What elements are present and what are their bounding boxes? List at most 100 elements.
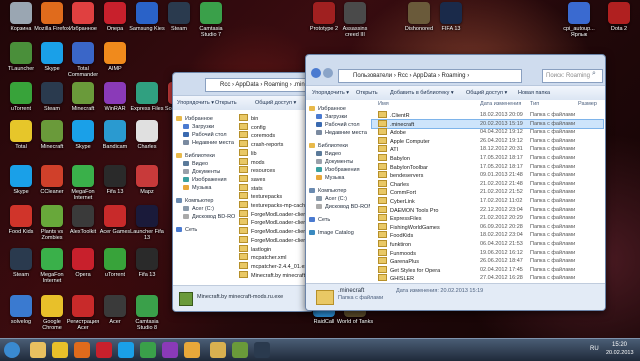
nav-item[interactable]: Компьютер (309, 188, 346, 195)
nav-item[interactable]: Библиотеки (309, 143, 348, 150)
desktop-icon[interactable]: Launcher Fifa 13 (128, 205, 166, 241)
new-folder-button[interactable]: Новая папка (518, 86, 550, 100)
file-row[interactable]: .ClientR 18.02.2013 20:09 Папка с файлами (372, 111, 603, 119)
nav-item[interactable]: Загрузки (316, 114, 347, 121)
nav-item[interactable]: Избранное (309, 106, 346, 113)
winrar-taskbar-icon[interactable] (162, 342, 178, 358)
file-row[interactable]: Get Styles for Opera 02.04.2012 17:45 Папк… (372, 265, 603, 274)
file-row[interactable]: stats (239, 183, 313, 192)
file-row[interactable]: Minecraft.by minecraft- (239, 270, 313, 279)
explorer-window-roaming[interactable]: Пользователи › Rcc › AppData › Roaming ›… (305, 54, 606, 311)
file-row[interactable]: ExpressFiles 21.02.2012 20:29 Папка с файл… (372, 214, 603, 222)
nav-item[interactable]: Избранное (176, 116, 213, 123)
nav-item[interactable]: Видео (183, 161, 208, 168)
organize-button[interactable]: Упорядочить ▾ (312, 86, 349, 100)
file-row[interactable]: CommFort 21.02.2012 21:52 Папка с файлами (372, 188, 603, 196)
nav-item[interactable]: Рабочий стол (183, 132, 227, 139)
file-row[interactable]: Apple Computer 26.04.2012 19:12 Папка с фа… (372, 136, 603, 145)
explorer-window-taskbar-icon[interactable] (210, 342, 226, 358)
nav-item[interactable]: Музыка (183, 185, 211, 192)
file-row[interactable]: mods (239, 157, 313, 166)
explorer-taskbar-icon[interactable] (30, 342, 46, 358)
desktop-icon[interactable]: FIFA 13 (432, 2, 470, 38)
nav-item[interactable]: Дисковод BD-ROM (316, 204, 373, 211)
file-row[interactable]: FoodKids 18.02.2012 23:04 Папка с файлами (372, 231, 603, 239)
file-row[interactable]: ForgeModLoader-client-3 (239, 235, 313, 244)
file-row[interactable]: Charles 21.02.2012 21:48 Папка с файлами (372, 179, 603, 188)
column-header-name[interactable]: Имя (378, 101, 389, 107)
nav-item[interactable]: Acer (C:) (183, 206, 214, 213)
nav-item[interactable]: Недавние места (183, 140, 234, 147)
file-row[interactable]: bin (239, 114, 313, 122)
file-row[interactable]: resources (239, 166, 313, 174)
skype-taskbar-icon[interactable] (118, 342, 134, 358)
desktop-icon[interactable]: Camtasia Studio 8 (128, 295, 166, 331)
nav-item[interactable]: Сеть (309, 217, 330, 224)
media-taskbar-icon[interactable] (184, 342, 200, 358)
nav-item[interactable]: Документы (183, 169, 220, 176)
desktop-icon[interactable]: Dota 2 (600, 2, 638, 38)
nav-item[interactable]: Изображения (316, 167, 360, 174)
camtasia-taskbar-icon[interactable] (140, 342, 156, 358)
nav-item[interactable]: Музыка (316, 175, 344, 182)
file-row[interactable]: lib (239, 148, 313, 157)
file-row[interactable]: Funmoods 19.06.2012 16:12 Папка с файлами (372, 248, 603, 257)
column-header-date[interactable]: Дата изменения (480, 101, 521, 107)
file-row[interactable]: saves (239, 174, 313, 183)
share-button[interactable]: Общий доступ ▾ (255, 96, 296, 110)
desktop-icon[interactable]: Mapz (128, 165, 166, 201)
file-row[interactable]: mcpatcher.xml (239, 253, 313, 261)
firefox-taskbar-icon[interactable] (74, 342, 90, 358)
desktop-icon[interactable]: cpi_autoup... Ярлык (560, 2, 598, 38)
nav-item[interactable]: Дисковод BD-ROM (183, 214, 240, 221)
start-orb-icon[interactable] (4, 342, 20, 358)
nav-item[interactable]: Компьютер (176, 198, 213, 205)
file-row[interactable]: texturepacks-mp-cache (239, 201, 313, 209)
desktop-icon[interactable]: AIMP (96, 42, 134, 78)
open-button[interactable]: Открыть (356, 86, 378, 100)
nav-item[interactable]: Изображения (183, 177, 227, 184)
nav-item[interactable]: Acer (C:) (316, 196, 347, 203)
organize-button[interactable]: Упорядочить ▾ (177, 96, 214, 110)
file-row[interactable]: funktiron 06.04.2012 21:53 Папка с файлами (372, 240, 603, 248)
desktop-icon[interactable]: Assassins creed III (336, 2, 374, 38)
nav-item[interactable]: Рабочий стол (316, 122, 360, 129)
add-to-library-button[interactable]: Добавить в библиотеку ▾ (390, 86, 454, 100)
file-row[interactable]: DAEMON Tools Pro 22.12.2012 23:04 Папка с … (372, 205, 603, 214)
file-row[interactable]: texturepacks (239, 192, 313, 200)
file-row[interactable]: Babylon 17.05.2012 18:17 Папка с файлами (372, 154, 603, 162)
forward-button[interactable] (323, 68, 333, 78)
file-row[interactable]: GHISLER 27.04.2012 16:28 Папка с файлами (372, 274, 603, 282)
back-button[interactable] (311, 68, 321, 78)
file-row[interactable]: ForgeModLoader-client-2 (239, 227, 313, 235)
language-indicator[interactable]: RU (590, 346, 599, 352)
file-row[interactable]: CyberLink 17.02.2012 11:02 Папка с файлами (372, 197, 603, 205)
chrome-taskbar-icon[interactable] (52, 342, 68, 358)
file-row[interactable]: config (239, 122, 313, 131)
desktop-icon[interactable]: Camtasia Studio 7 (192, 2, 230, 38)
steam-taskbar-icon[interactable] (254, 342, 270, 358)
file-row[interactable]: BabylonToolbar 17.05.2012 18:17 Папка с фа… (372, 162, 603, 171)
share-button[interactable]: Общий доступ ▾ (466, 86, 507, 100)
file-row[interactable]: ForgeModLoader-client-0 (239, 209, 313, 218)
file-row[interactable]: mcpatcher-2.4.4_01.exe (239, 261, 313, 270)
open-button[interactable]: Открыть (215, 96, 237, 110)
file-row[interactable]: crash-reports (239, 140, 313, 148)
nav-item[interactable]: Сеть (176, 227, 197, 234)
file-row[interactable]: lastlogin (239, 244, 313, 253)
desktop-icon[interactable]: Charles (128, 120, 166, 156)
address-bar[interactable]: Rcc › AppData › Roaming › .minecraft (205, 78, 313, 92)
file-row[interactable]: ForgeModLoader-client-1 (239, 218, 313, 226)
file-row[interactable]: ATI 18.12.2012 20:31 Папка с файлами (372, 145, 603, 153)
minecraft-taskbar-icon[interactable] (232, 342, 248, 358)
file-row[interactable]: GarenaPlus 26.06.2012 18:47 Папка с файлам… (372, 257, 603, 265)
file-row[interactable]: .minecraft 20.02.2013 15:19 Папка с файлам… (371, 118, 604, 129)
nav-item[interactable]: Загрузки (183, 124, 214, 131)
column-header-type[interactable]: Тип (530, 101, 539, 107)
file-row[interactable]: bendeservers 09.01.2013 21:48 Папка с файл… (372, 171, 603, 179)
nav-item[interactable]: Видео (316, 151, 341, 158)
desktop-icon[interactable]: Fifa 13 (128, 248, 166, 284)
clock-date[interactable]: 20.02.2013 (606, 350, 634, 356)
column-header-size[interactable]: Размер (578, 101, 597, 107)
nav-item[interactable]: Image Catalog (309, 230, 354, 237)
